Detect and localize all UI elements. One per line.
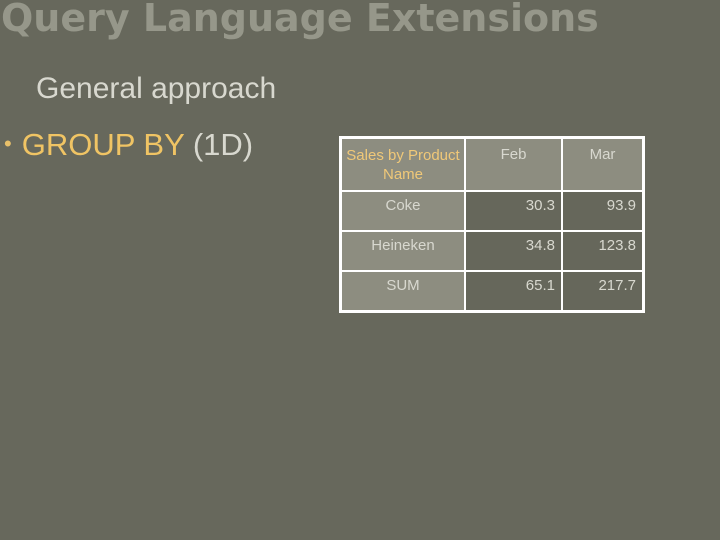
cell-coke-feb: 30.3 bbox=[464, 190, 563, 232]
sales-table: Sales by Product Name Feb Mar Coke 30.3 … bbox=[339, 136, 645, 313]
cell-coke-mar: 93.9 bbox=[561, 190, 645, 232]
row-label-heineken: Heineken bbox=[339, 230, 466, 272]
column-header-feb: Feb bbox=[464, 136, 563, 192]
bullet-keyword: GROUP BY bbox=[21, 127, 185, 162]
cell-sum-feb: 65.1 bbox=[464, 270, 563, 313]
slide-subtitle: General approach bbox=[36, 72, 277, 105]
cell-heineken-mar: 123.8 bbox=[561, 230, 645, 272]
column-header-mar: Mar bbox=[561, 136, 645, 192]
table-row: SUM 65.1 217.7 bbox=[339, 270, 645, 313]
corner-header: Sales by Product Name bbox=[339, 136, 466, 192]
table-header-row: Sales by Product Name Feb Mar bbox=[339, 136, 645, 192]
bullet-marker-icon: • bbox=[4, 131, 12, 156]
row-label-sum: SUM bbox=[339, 270, 466, 313]
bullet-suffix: (1D) bbox=[192, 127, 254, 162]
bullet-item: • GROUP BY (1D) bbox=[4, 127, 253, 163]
slide-title: Query Language Extensions bbox=[1, 0, 599, 40]
table-row: Heineken 34.8 123.8 bbox=[339, 230, 645, 272]
cell-sum-mar: 217.7 bbox=[561, 270, 645, 313]
corner-header-text: Sales by Product Name bbox=[346, 147, 460, 183]
cell-heineken-feb: 34.8 bbox=[464, 230, 563, 272]
row-label-coke: Coke bbox=[339, 190, 466, 232]
table-row: Coke 30.3 93.9 bbox=[339, 190, 645, 232]
